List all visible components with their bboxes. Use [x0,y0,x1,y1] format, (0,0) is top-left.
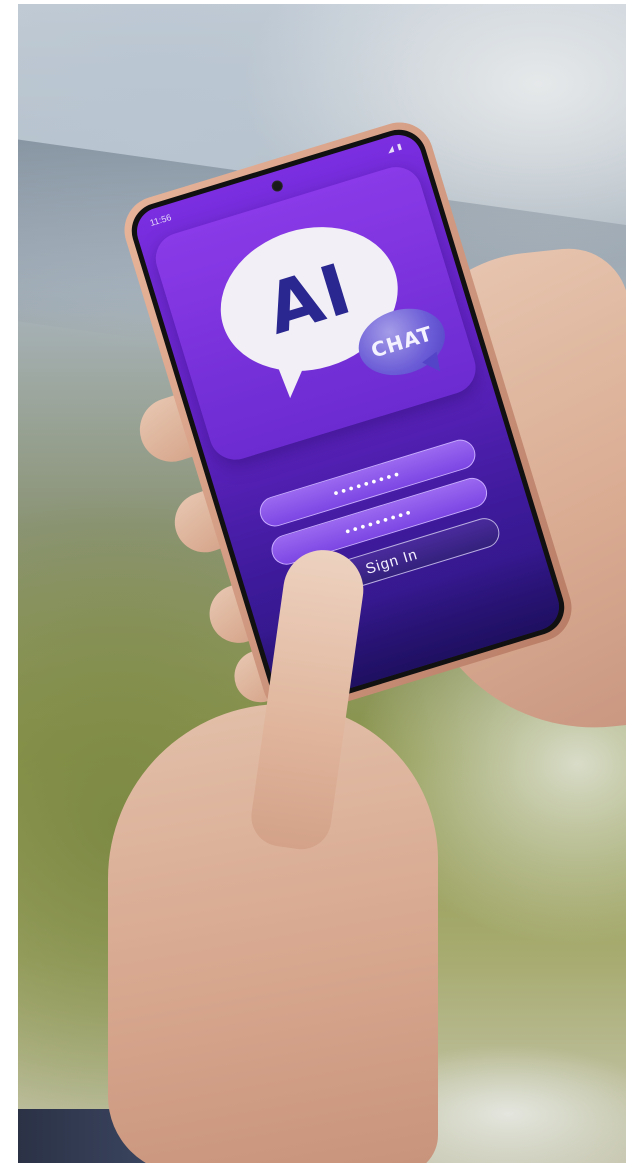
logo-secondary-text: CHAT [368,321,436,363]
username-field-value: ••••••••• [331,465,404,502]
bubble-tail [276,363,305,399]
front-camera-icon [270,179,285,193]
sign-in-label: Sign In [363,545,420,578]
logo-main-text: AI [256,247,362,351]
password-field-value: ••••••••• [342,503,416,540]
signal-battery-icon: ◢ ▮ [386,141,404,155]
photo-background: 11:56 ◢ ▮ AI CHAT ••••••••• ••••••••• Si… [18,4,626,1163]
status-time: 11:56 [148,212,173,229]
